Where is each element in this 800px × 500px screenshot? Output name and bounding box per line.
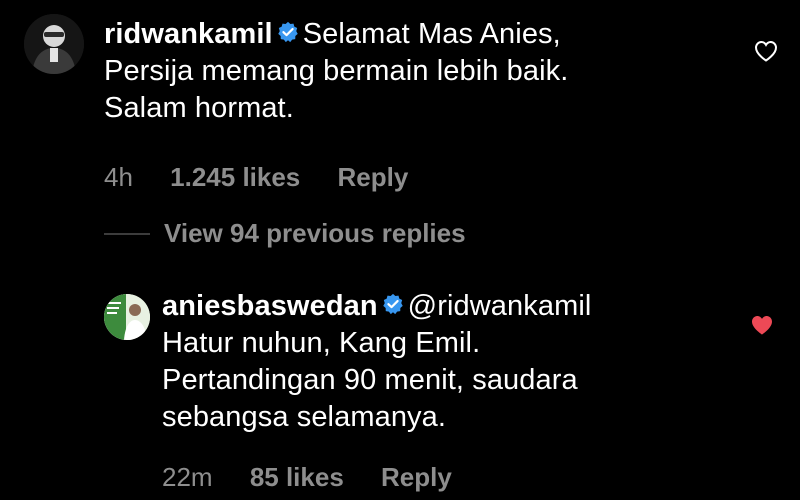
avatar-ridwankamil[interactable]: [24, 14, 84, 74]
likes-count[interactable]: 1.245 likes: [170, 162, 300, 192]
reply-button[interactable]: Reply: [381, 462, 452, 492]
verified-badge-icon: [382, 294, 403, 315]
like-button[interactable]: [754, 40, 778, 67]
username[interactable]: aniesbaswedan: [162, 290, 378, 322]
reply-divider-line: [104, 232, 150, 235]
comment-text: ridwankamil Selamat Mas Anies, Persija me…: [104, 16, 724, 127]
view-replies-label[interactable]: View 94 previous replies: [164, 218, 466, 249]
comment-line: Pertandingan 90 menit, saudara: [162, 364, 578, 396]
mention-link[interactable]: @ridwankamil: [408, 290, 592, 322]
comment-aniesbaswedan: aniesbaswedan @ridwankamil Hatur nuhun, K…: [104, 286, 794, 496]
comment-ridwankamil: ridwankamil Selamat Mas Anies, Persija me…: [24, 14, 794, 194]
comment-meta: 22m 85 likes Reply: [162, 462, 482, 493]
view-previous-replies[interactable]: View 94 previous replies: [104, 218, 466, 249]
comment-line: Selamat Mas Anies,: [302, 18, 561, 50]
username[interactable]: ridwankamil: [104, 18, 273, 50]
reply-button[interactable]: Reply: [338, 162, 409, 192]
avatar-photo-icon: [24, 14, 84, 74]
heart-filled-icon: [752, 316, 772, 335]
timestamp: 4h: [104, 162, 133, 192]
comment-line: sebangsa selamanya.: [162, 401, 447, 433]
comment-line: Persija memang bermain lebih baik.: [104, 55, 569, 87]
comment-text: aniesbaswedan @ridwankamil Hatur nuhun, K…: [162, 288, 762, 436]
comment-meta: 4h 1.245 likes Reply: [104, 162, 438, 193]
avatar-photo-icon: [104, 294, 150, 340]
timestamp: 22m: [162, 462, 213, 492]
avatar-aniesbaswedan[interactable]: [104, 294, 150, 340]
heart-outline-icon: [754, 40, 778, 62]
likes-count[interactable]: 85 likes: [250, 462, 344, 492]
comment-line: Hatur nuhun, Kang Emil.: [162, 327, 481, 359]
like-button[interactable]: [750, 314, 774, 341]
verified-badge-icon: [278, 22, 298, 43]
comment-line: Salam hormat.: [104, 92, 294, 124]
